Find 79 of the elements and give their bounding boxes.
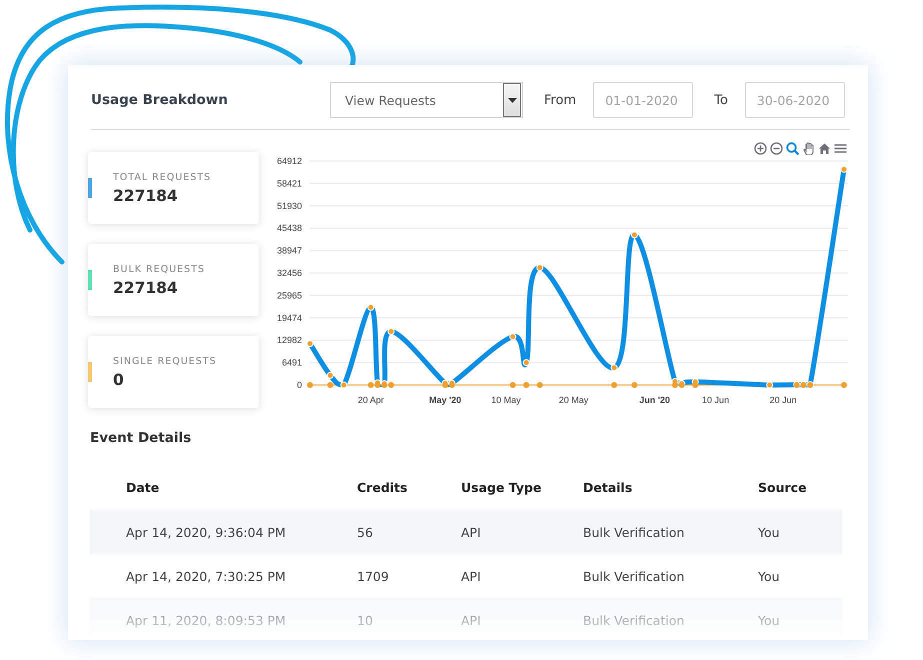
- data-point: [340, 382, 348, 388]
- data-point: [326, 372, 334, 379]
- y-axis-label: 64912: [276, 156, 302, 166]
- data-point: [523, 382, 530, 388]
- y-axis-label: 58421: [276, 178, 302, 188]
- data-point: [841, 382, 847, 388]
- table-cell-text: 10: [357, 612, 374, 628]
- section-title: Event Details: [90, 430, 192, 446]
- data-point: [840, 166, 848, 173]
- table-cell-text: Bulk Verification: [583, 568, 686, 584]
- table-cell-text: You: [758, 568, 781, 584]
- table-cell-text: Bulk Verification: [583, 524, 686, 540]
- table-cell-text: You: [758, 612, 781, 628]
- zoom-in-icon[interactable]: [754, 142, 767, 155]
- x-axis-label: 10 Jun: [702, 395, 730, 405]
- magnifier-icon[interactable]: [786, 142, 799, 155]
- y-axis-label: 19474: [276, 312, 302, 323]
- data-point: [307, 382, 313, 388]
- table-cell-text: You: [758, 524, 781, 540]
- x-axis-label: 20 Jun: [770, 395, 797, 405]
- from-label: From: [544, 92, 576, 108]
- column-header: Date: [126, 480, 160, 495]
- table-cell-text: Apr 11, 2020, 8:09:53 PM: [126, 612, 287, 628]
- data-point: [536, 382, 543, 388]
- table-cell-text: 1709: [357, 568, 390, 584]
- y-axis-label: 51930: [276, 200, 302, 211]
- table-cell-text: Bulk Verification: [583, 612, 686, 628]
- y-axis-label: 25965: [276, 290, 302, 300]
- to-date-field[interactable]: 30-06-2020: [744, 82, 845, 118]
- x-axis-label: Jun '20: [639, 395, 670, 405]
- data-point: [509, 333, 516, 340]
- data-point: [327, 382, 334, 388]
- data-point: [536, 264, 544, 272]
- y-axis-label: 0: [296, 380, 302, 390]
- data-point: [306, 340, 314, 348]
- stat-label: TOTAL REQUESTS: [113, 172, 212, 182]
- data-point: [766, 382, 774, 388]
- stat-label: BULK REQUESTS: [113, 264, 205, 274]
- column-header: Credits: [357, 480, 408, 495]
- select-value: View Requests: [345, 92, 436, 108]
- y-axis-label: 38947: [276, 246, 302, 256]
- table-cell-text: API: [461, 524, 482, 540]
- from-date-field[interactable]: 01-01-2020: [593, 82, 694, 118]
- y-axis-label: 6491: [282, 358, 302, 368]
- table-cell-text: API: [461, 612, 482, 628]
- x-axis-label: 20 May: [558, 395, 588, 405]
- home-icon[interactable]: [818, 142, 831, 155]
- menu-icon[interactable]: [834, 142, 847, 155]
- data-point: [522, 359, 530, 366]
- table-cell-text: Apr 14, 2020, 7:30:25 PM: [126, 568, 287, 584]
- section-title: Usage Breakdown: [91, 92, 229, 108]
- column-header: Details: [583, 480, 634, 495]
- data-point: [510, 382, 516, 388]
- table-cell-text: Apr 14, 2020, 9:36:04 PM: [126, 524, 287, 540]
- data-point: [367, 304, 374, 311]
- stat-value: 0: [113, 370, 125, 388]
- data-point: [388, 328, 395, 335]
- caret-icon: [503, 83, 521, 117]
- stat-value: 227184: [113, 278, 179, 296]
- x-axis-label: 20 Apr: [358, 395, 384, 405]
- data-point: [611, 382, 618, 388]
- y-axis-label: 32456: [276, 268, 302, 278]
- x-axis-label: May '20: [429, 395, 462, 405]
- column-header: Usage Type: [461, 480, 542, 495]
- table-cell-text: API: [461, 568, 482, 584]
- column-header: Source: [758, 480, 808, 495]
- zoom-out-icon[interactable]: [770, 142, 783, 155]
- data-point: [631, 382, 638, 388]
- view-select[interactable]: View Requests: [330, 82, 523, 118]
- hand-icon[interactable]: [802, 142, 815, 155]
- data-point: [610, 364, 618, 372]
- y-axis-label: 45438: [276, 223, 302, 234]
- stat-value: 227184: [113, 186, 179, 204]
- y-axis-label: 12982: [276, 335, 302, 346]
- data-point: [630, 231, 638, 238]
- to-label: To: [714, 92, 728, 108]
- table-cell-text: 56: [357, 524, 374, 540]
- stat-label: SINGLE REQUESTS: [113, 356, 217, 366]
- x-axis-label: 10 May: [491, 395, 521, 405]
